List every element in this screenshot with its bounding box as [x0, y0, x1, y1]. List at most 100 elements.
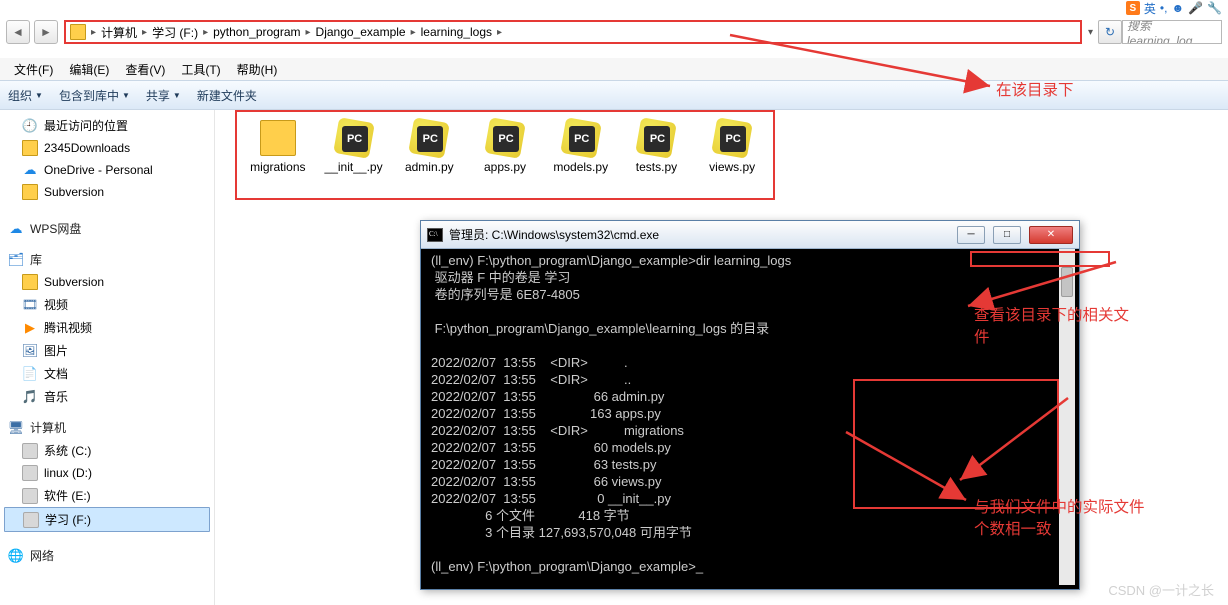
address-row: ◄ ► ▸ 计算机 ▸ 学习 (F:) ▸ python_program ▸ D… — [0, 17, 1228, 47]
cmd-title-text: 管理员: C:\Windows\system32\cmd.exe — [449, 226, 659, 243]
folder-icon — [22, 184, 38, 200]
sidebar-libraries[interactable]: 🗂库 — [0, 248, 214, 271]
chevron-right-icon[interactable]: ▸ — [408, 27, 419, 38]
file-label: __init__.py — [325, 160, 383, 174]
file-label: views.py — [709, 160, 755, 174]
files-highlight-box: PC migrations PC __init__.py PC admin.py… — [235, 110, 775, 200]
file-label: admin.py — [405, 160, 454, 174]
sidebar-network[interactable]: 🌐网络 — [0, 544, 214, 567]
cmd-titlebar[interactable]: 管理员: C:\Windows\system32\cmd.exe ─ □ ✕ — [421, 221, 1079, 249]
watermark: CSDN @一计之长 — [1108, 580, 1214, 599]
refresh-button[interactable]: ↻ — [1098, 20, 1122, 44]
file-item-admin[interactable]: PC admin.py — [394, 120, 464, 174]
annotation-2: 查看该目录下的相关文 件 — [974, 305, 1129, 349]
sidebar-lib-pictures[interactable]: 🖼图片 — [0, 339, 214, 362]
ime-punct-icon[interactable]: •, — [1160, 1, 1168, 15]
toolbar-newfolder[interactable]: 新建文件夹 — [197, 87, 257, 104]
sidebar-computer[interactable]: 🖥计算机 — [0, 416, 214, 439]
breadcrumb-drive[interactable]: 学习 (F:) — [152, 24, 198, 41]
sidebar-recent[interactable]: 🕘最近访问的位置 — [0, 114, 214, 137]
drive-icon — [23, 512, 39, 528]
scrollbar-thumb[interactable] — [1061, 267, 1073, 297]
maximize-button[interactable]: □ — [993, 226, 1021, 244]
sidebar-lib-music[interactable]: 🎵音乐 — [0, 385, 214, 408]
ime-lang[interactable]: 英 — [1144, 0, 1156, 17]
ime-face-icon[interactable]: ☻ — [1171, 1, 1184, 15]
chevron-down-icon: ▼ — [35, 91, 43, 100]
breadcrumb-computer[interactable]: 计算机 — [101, 24, 137, 41]
address-dropdown-icon[interactable]: ▾ — [1085, 27, 1096, 38]
sidebar-wps[interactable]: ☁WPS网盘 — [0, 217, 214, 240]
close-button[interactable]: ✕ — [1029, 226, 1073, 244]
sidebar-lib-svn[interactable]: Subversion — [0, 271, 214, 293]
folder-icon — [22, 140, 38, 156]
toolbar-share[interactable]: 共享▼ — [146, 87, 181, 104]
sidebar: 🕘最近访问的位置 2345Downloads ☁OneDrive - Perso… — [0, 110, 215, 605]
nav-forward-button[interactable]: ► — [34, 20, 58, 44]
computer-icon: 🖥 — [8, 420, 24, 436]
file-label: apps.py — [484, 160, 526, 174]
chevron-down-icon: ▼ — [173, 91, 181, 100]
menu-tools[interactable]: 工具(T) — [173, 58, 228, 81]
folder-icon — [70, 24, 86, 40]
chevron-right-icon[interactable]: ▸ — [494, 27, 505, 38]
sidebar-lib-qqvideo[interactable]: ▶腾讯视频 — [0, 316, 214, 339]
file-label: tests.py — [636, 160, 677, 174]
drive-icon — [22, 443, 38, 459]
menu-bar: 文件(F) 编辑(E) 查看(V) 工具(T) 帮助(H) — [0, 58, 1228, 80]
breadcrumb-folder-2[interactable]: Django_example — [316, 25, 406, 39]
menu-help[interactable]: 帮助(H) — [229, 58, 286, 81]
address-bar[interactable]: ▸ 计算机 ▸ 学习 (F:) ▸ python_program ▸ Djang… — [64, 20, 1082, 44]
file-item-tests[interactable]: PC tests.py — [622, 120, 692, 174]
ime-bar: S 英 •, ☻ 🎤 🔧 — [1120, 0, 1228, 16]
cloud-icon: ☁ — [8, 221, 24, 237]
chevron-right-icon[interactable]: ▸ — [139, 27, 150, 38]
folder-icon — [22, 274, 38, 290]
sidebar-drive-c[interactable]: 系统 (C:) — [0, 439, 214, 462]
ime-tool-icon[interactable]: 🔧 — [1207, 1, 1222, 15]
toolbar-include[interactable]: 包含到库中▼ — [59, 87, 130, 104]
menu-file[interactable]: 文件(F) — [6, 58, 61, 81]
nav-back-button[interactable]: ◄ — [6, 20, 30, 44]
sidebar-subversion[interactable]: Subversion — [0, 181, 214, 203]
ime-mic-icon[interactable]: 🎤 — [1188, 1, 1203, 15]
breadcrumb-folder-1[interactable]: python_program — [213, 25, 300, 39]
sogou-logo-icon: S — [1126, 1, 1140, 15]
document-icon: 📄 — [22, 366, 38, 382]
menu-view[interactable]: 查看(V) — [117, 58, 173, 81]
file-item-migrations[interactable]: PC migrations — [243, 120, 313, 174]
menu-edit[interactable]: 编辑(E) — [61, 58, 117, 81]
file-label: migrations — [250, 160, 305, 174]
breadcrumb-folder-3[interactable]: learning_logs — [421, 25, 492, 39]
file-label: models.py — [553, 160, 608, 174]
minimize-button[interactable]: ─ — [957, 226, 985, 244]
drive-icon — [22, 488, 38, 504]
video-icon: 🎞 — [22, 297, 38, 313]
annotation-3: 与我们文件中的实际文件 个数相一致 — [974, 497, 1145, 541]
sidebar-drive-d[interactable]: linux (D:) — [0, 462, 214, 484]
toolbar-organize[interactable]: 组织▼ — [8, 87, 43, 104]
cloud-icon: ☁ — [22, 162, 38, 178]
file-item-views[interactable]: PC views.py — [697, 120, 767, 174]
picture-icon: 🖼 — [22, 343, 38, 359]
qqvideo-icon: ▶ — [22, 320, 38, 336]
search-input[interactable]: 搜索 learning_log — [1122, 20, 1222, 44]
network-icon: 🌐 — [8, 548, 24, 564]
chevron-down-icon: ▼ — [122, 91, 130, 100]
file-item-models[interactable]: PC models.py — [546, 120, 616, 174]
chevron-right-icon[interactable]: ▸ — [88, 27, 99, 38]
chevron-right-icon[interactable]: ▸ — [303, 27, 314, 38]
sidebar-onedrive[interactable]: ☁OneDrive - Personal — [0, 159, 214, 181]
sidebar-lib-documents[interactable]: 📄文档 — [0, 362, 214, 385]
sidebar-drive-f[interactable]: 学习 (F:) — [4, 507, 210, 532]
sidebar-downloads[interactable]: 2345Downloads — [0, 137, 214, 159]
sidebar-drive-e[interactable]: 软件 (E:) — [0, 484, 214, 507]
chevron-right-icon[interactable]: ▸ — [200, 27, 211, 38]
file-item-init[interactable]: PC __init__.py — [319, 120, 389, 174]
annotation-1: 在该目录下 — [996, 80, 1074, 102]
cmd-icon — [427, 228, 443, 242]
music-icon: 🎵 — [22, 389, 38, 405]
file-item-apps[interactable]: PC apps.py — [470, 120, 540, 174]
sidebar-lib-video[interactable]: 🎞视频 — [0, 293, 214, 316]
library-icon: 🗂 — [8, 252, 24, 268]
